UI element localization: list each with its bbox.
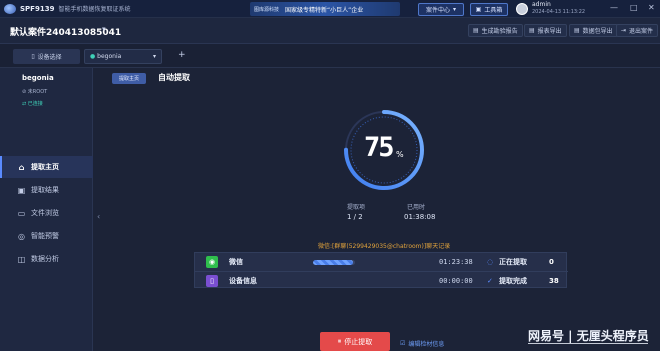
row-name: 微信	[229, 258, 243, 266]
row-name: 设备信息	[229, 276, 257, 285]
items-label: 提取项	[347, 204, 366, 211]
export-report-button[interactable]: ▤ 报表导出	[524, 24, 567, 37]
clock-time: 2024-04-13 11:13:22	[532, 9, 586, 15]
exit-case-label: 退出案件	[629, 28, 654, 35]
package-icon: ▤	[574, 27, 580, 34]
exit-case-button[interactable]: ⇥ 退出案件	[616, 24, 659, 37]
banner-text: 国家级专精特新“小巨人”企业	[285, 6, 364, 14]
stop-extract-label: 停止提取	[344, 337, 373, 346]
analysis-icon: ◫	[17, 254, 26, 264]
collapse-sidebar-icon[interactable]: ‹	[97, 212, 100, 221]
app-logo	[4, 3, 16, 14]
edit-evidence-info-link[interactable]: ☑ 编辑检材信息	[400, 339, 444, 348]
sidebar-item-label: 提取结果	[31, 186, 59, 194]
selected-device: begonia	[97, 53, 122, 60]
items-value: 1 / 2	[347, 213, 363, 221]
spinner-icon: ◌	[487, 258, 494, 266]
connection-status: ⇄ 已连接	[22, 100, 43, 107]
edit-icon: ☑	[400, 340, 406, 347]
toolbox-icon: ▣	[475, 6, 482, 13]
folder-icon: ▭	[17, 208, 26, 218]
connection-status-label: 已连接	[27, 101, 43, 107]
watermark-underline	[528, 343, 648, 344]
row-time: 00:00:00	[439, 276, 473, 285]
sidebar-item-smart-alert[interactable]: ◎ 智能预警	[0, 225, 93, 247]
brand-banner: 图库源科技 国家级专精特新“小巨人”企业	[250, 2, 400, 16]
device-name: begonia	[22, 74, 54, 82]
elapsed-value: 01:38:08	[404, 213, 436, 221]
stop-extract-button[interactable]: ⏸ 停止提取	[320, 332, 390, 351]
chevron-down-icon: ▾	[453, 6, 457, 13]
home-icon: ⌂	[18, 162, 25, 172]
table-row: ◉ 微信 01:23:38 ◌ 正在提取 0	[195, 253, 568, 271]
sidebar-item-extract-results[interactable]: ▣ 提取结果	[0, 179, 93, 201]
progress-percent: 75	[364, 132, 394, 163]
maximize-icon[interactable]: □	[630, 3, 638, 12]
row-count: 0	[549, 258, 554, 266]
case-center-label: 案件中心	[425, 7, 450, 14]
avatar[interactable]	[516, 3, 528, 15]
device-dropdown[interactable]: ● begonia ▾	[84, 49, 162, 64]
watermark: 网易号 | 无厘头程序员	[528, 329, 649, 343]
sidebar-item-data-analysis[interactable]: ◫ 数据分析	[0, 248, 93, 270]
elapsed-label: 已用时	[407, 204, 426, 211]
wechat-icon: ◉	[206, 256, 218, 268]
generate-report-label: 生成勘验报告	[481, 28, 518, 35]
tab-extract-home[interactable]: 提取主页	[112, 73, 146, 84]
export-package-button[interactable]: ▤ 数据包导出	[569, 24, 618, 37]
device-select-label: 设备选择	[37, 54, 62, 61]
link-icon: ⇄	[22, 101, 27, 107]
root-status-label: 未ROOT	[27, 89, 48, 95]
lock-icon: ⊘	[22, 89, 27, 95]
exit-icon: ⇥	[621, 27, 627, 34]
phone-icon: ▯	[31, 53, 35, 60]
result-icon: ▣	[17, 185, 26, 195]
export-package-label: 数据包导出	[582, 28, 613, 35]
generate-report-button[interactable]: ▤ 生成勘验报告	[468, 24, 523, 37]
pause-icon: ⏸	[337, 337, 342, 345]
row-time: 01:23:38	[439, 258, 473, 266]
edit-evidence-info-label: 编辑检材信息	[408, 341, 445, 348]
sidebar-item-label: 提取主页	[31, 163, 59, 171]
banner-badge: 图库源科技	[254, 6, 280, 13]
alert-icon: ◎	[18, 231, 25, 241]
page-title: 自动提取	[158, 73, 190, 82]
export-report-label: 报表导出	[537, 28, 562, 35]
toolbox-button[interactable]: ▣ 工具箱	[470, 3, 508, 16]
row-status: 提取完成	[499, 276, 527, 285]
status-dot-icon: ●	[90, 53, 96, 60]
case-center-button[interactable]: 案件中心 ▾	[418, 3, 464, 16]
root-status: ⊘ 未ROOT	[22, 88, 47, 95]
add-device-button[interactable]: +	[178, 50, 186, 60]
check-icon: ✓	[487, 276, 493, 285]
table-row: ▯ 设备信息 00:00:00 ✓ 提取完成 38	[195, 271, 568, 289]
case-bar: 默认案件240413085041 ▾ ▤ 生成勘验报告 ▤ 报表导出 ▤ 数据包…	[0, 18, 660, 44]
sidebar: begonia ⊘ 未ROOT ⇄ 已连接 ⌂ 提取主页 ▣ 提取结果 ▭ 文件…	[0, 68, 93, 351]
row-progress-fill	[313, 259, 353, 265]
sidebar-item-extract-home[interactable]: ⌂ 提取主页	[0, 156, 93, 178]
report-icon: ▤	[473, 27, 479, 34]
chevron-down-icon: ▾	[152, 53, 156, 60]
row-progress-bar	[313, 259, 355, 265]
sidebar-item-label: 文件浏览	[31, 209, 59, 217]
toolbox-label: 工具箱	[484, 7, 503, 14]
sidebar-item-label: 智能预警	[31, 232, 59, 240]
close-icon[interactable]: ✕	[648, 3, 655, 12]
percent-sign: %	[396, 150, 404, 159]
device-bar: ▯ 设备选择 ● begonia ▾ +	[0, 44, 660, 68]
sidebar-item-label: 数据分析	[31, 255, 59, 263]
user-name: admin	[532, 1, 551, 8]
export-icon: ▤	[529, 27, 535, 34]
extract-table: ◉ 微信 01:23:38 ◌ 正在提取 0 ▯ 设备信息 00:00:00 ✓…	[194, 252, 568, 289]
row-status: 正在提取	[499, 258, 527, 266]
device-info-icon: ▯	[206, 274, 218, 287]
row-count: 38	[549, 276, 559, 285]
chevron-down-icon[interactable]: ▾	[102, 25, 106, 33]
app-subtitle: 智能手机数据恢复取证系统	[58, 6, 131, 13]
app-title: SPF9139	[20, 4, 55, 13]
device-select-button[interactable]: ▯ 设备选择	[13, 49, 80, 64]
current-extract-item: 微信:[群聊(5299429035@chatroom)]聊天记录	[318, 243, 451, 250]
minimize-icon[interactable]: —	[610, 3, 618, 12]
sidebar-item-file-browse[interactable]: ▭ 文件浏览	[0, 202, 93, 224]
